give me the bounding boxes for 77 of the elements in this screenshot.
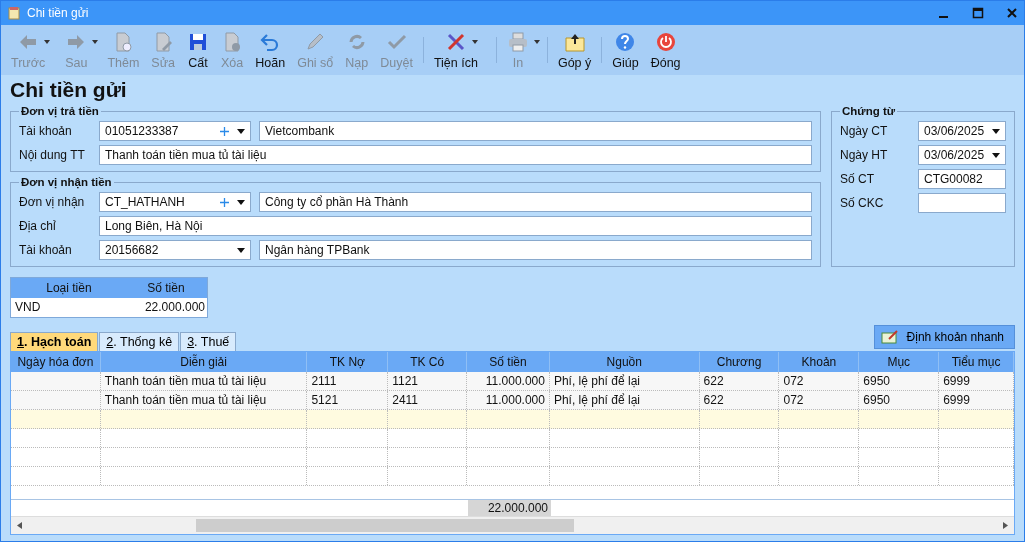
field-label: Tài khoản — [19, 243, 73, 257]
plus-icon[interactable] — [220, 126, 229, 136]
table-cell: 622 — [699, 372, 780, 390]
combo-box[interactable]: 20156682 — [99, 240, 251, 260]
table-cell-text: VND — [14, 299, 42, 316]
table-cell: 6999 — [939, 372, 1014, 390]
form-heading: Chi tiền gửi — [10, 77, 128, 103]
input-field[interactable]: Thanh toán tiền mua tủ tài liệu — [99, 145, 812, 165]
dropdown-icon[interactable] — [992, 128, 1000, 134]
scroll-right-icon[interactable] — [1003, 522, 1008, 529]
date-picker[interactable]: 03/06/2025 — [918, 145, 1006, 165]
window-title: Chi tiền gửi — [27, 6, 89, 20]
tab[interactable]: 1. Hạch toán — [10, 332, 99, 351]
dropdown-icon[interactable] — [237, 247, 245, 253]
input-field[interactable]: Long Biên, Hà Nội — [99, 216, 812, 236]
group-title: Đơn vị trả tiền — [20, 105, 100, 117]
table-cell: 6999 — [939, 391, 1014, 409]
table-cell: 2111 — [307, 372, 389, 390]
toolbar-button[interactable]: Cất — [181, 28, 216, 72]
table-cell: 6950 — [859, 372, 940, 390]
field-label: Nội dung TT — [19, 148, 86, 162]
toolbar-button[interactable]: Giúp — [606, 28, 645, 72]
table-cell: 11.000.000 — [467, 372, 550, 390]
date-picker[interactable]: 03/06/2025 — [918, 121, 1006, 141]
toolbar-button[interactable]: Đóng — [644, 28, 687, 72]
table-cell: Thanh toán tiền mua tủ tài liệu — [100, 391, 308, 409]
dropdown-icon[interactable] — [471, 39, 478, 44]
input-field[interactable]: CTG00082 — [918, 169, 1006, 189]
dropdown-icon[interactable] — [237, 128, 245, 134]
table-cell: 072 — [779, 391, 860, 409]
field-label: Ngày HT — [840, 148, 889, 162]
edit-table-icon — [880, 330, 899, 344]
horizontal-scrollbar[interactable] — [11, 516, 1014, 534]
table-cell: 6950 — [859, 391, 940, 409]
scroll-left-icon[interactable] — [17, 522, 22, 529]
printer-icon — [506, 30, 529, 53]
total-cell: 22.000.000 — [468, 500, 551, 516]
group-title: Chứng từ — [841, 105, 897, 117]
combo-box[interactable]: 01051233387 — [99, 121, 251, 141]
toolbar-button[interactable]: Hoãn — [249, 28, 292, 72]
help-icon — [614, 30, 637, 53]
plus-icon[interactable] — [220, 197, 229, 207]
tab[interactable]: 2. Thống kê — [99, 332, 180, 351]
table-cell: Thanh toán tiền mua tủ tài liệu — [100, 372, 308, 390]
column-header: Loại tiền — [45, 280, 93, 297]
field-label: Số CT — [840, 172, 875, 186]
maximize-icon[interactable] — [972, 7, 984, 19]
field-label: Địa chỉ — [19, 219, 57, 233]
dropdown-icon[interactable] — [992, 152, 1000, 158]
table-cell: 1121 — [388, 372, 468, 390]
field-label: Tài khoản — [19, 124, 73, 138]
group-title: Đơn vị nhận tiền — [20, 176, 113, 188]
input-field[interactable]: Công ty cổ phần Hà Thành — [259, 192, 812, 212]
power-icon — [654, 30, 677, 53]
input-field[interactable]: Ngân hàng TPBank — [259, 240, 812, 260]
table-cell: Phí, lệ phí để lại — [549, 372, 700, 390]
column-header: Số tiền — [146, 280, 186, 297]
toolbar-button[interactable]: Tiện ích — [427, 28, 492, 72]
combo-box[interactable]: CT_HATHANH — [99, 192, 251, 212]
toolbar-button[interactable]: Góp ý — [551, 28, 598, 72]
table-cell: 072 — [779, 372, 860, 390]
field-label: Đơn vị nhận — [19, 195, 86, 209]
table-cell-text: 22.000.000 — [143, 299, 206, 316]
tab[interactable]: 3. Thuế — [180, 332, 237, 351]
input-field[interactable] — [918, 193, 1006, 213]
table-cell: 5121 — [307, 391, 389, 409]
close-icon[interactable] — [1006, 7, 1018, 19]
table-cell: 2411 — [388, 391, 468, 409]
input-field[interactable]: Vietcombank — [259, 121, 812, 141]
quick-entry-button[interactable]: Định khoản nhanh — [873, 325, 1015, 349]
field-label: Số CKC — [840, 196, 885, 210]
table-cell: 11.000.000 — [467, 391, 550, 409]
table-cell: Phí, lệ phí để lại — [549, 391, 700, 409]
notepad-icon — [7, 6, 21, 20]
dropdown-icon[interactable] — [237, 199, 245, 205]
field-label: Ngày CT — [840, 124, 889, 138]
table-cell: 622 — [699, 391, 780, 409]
